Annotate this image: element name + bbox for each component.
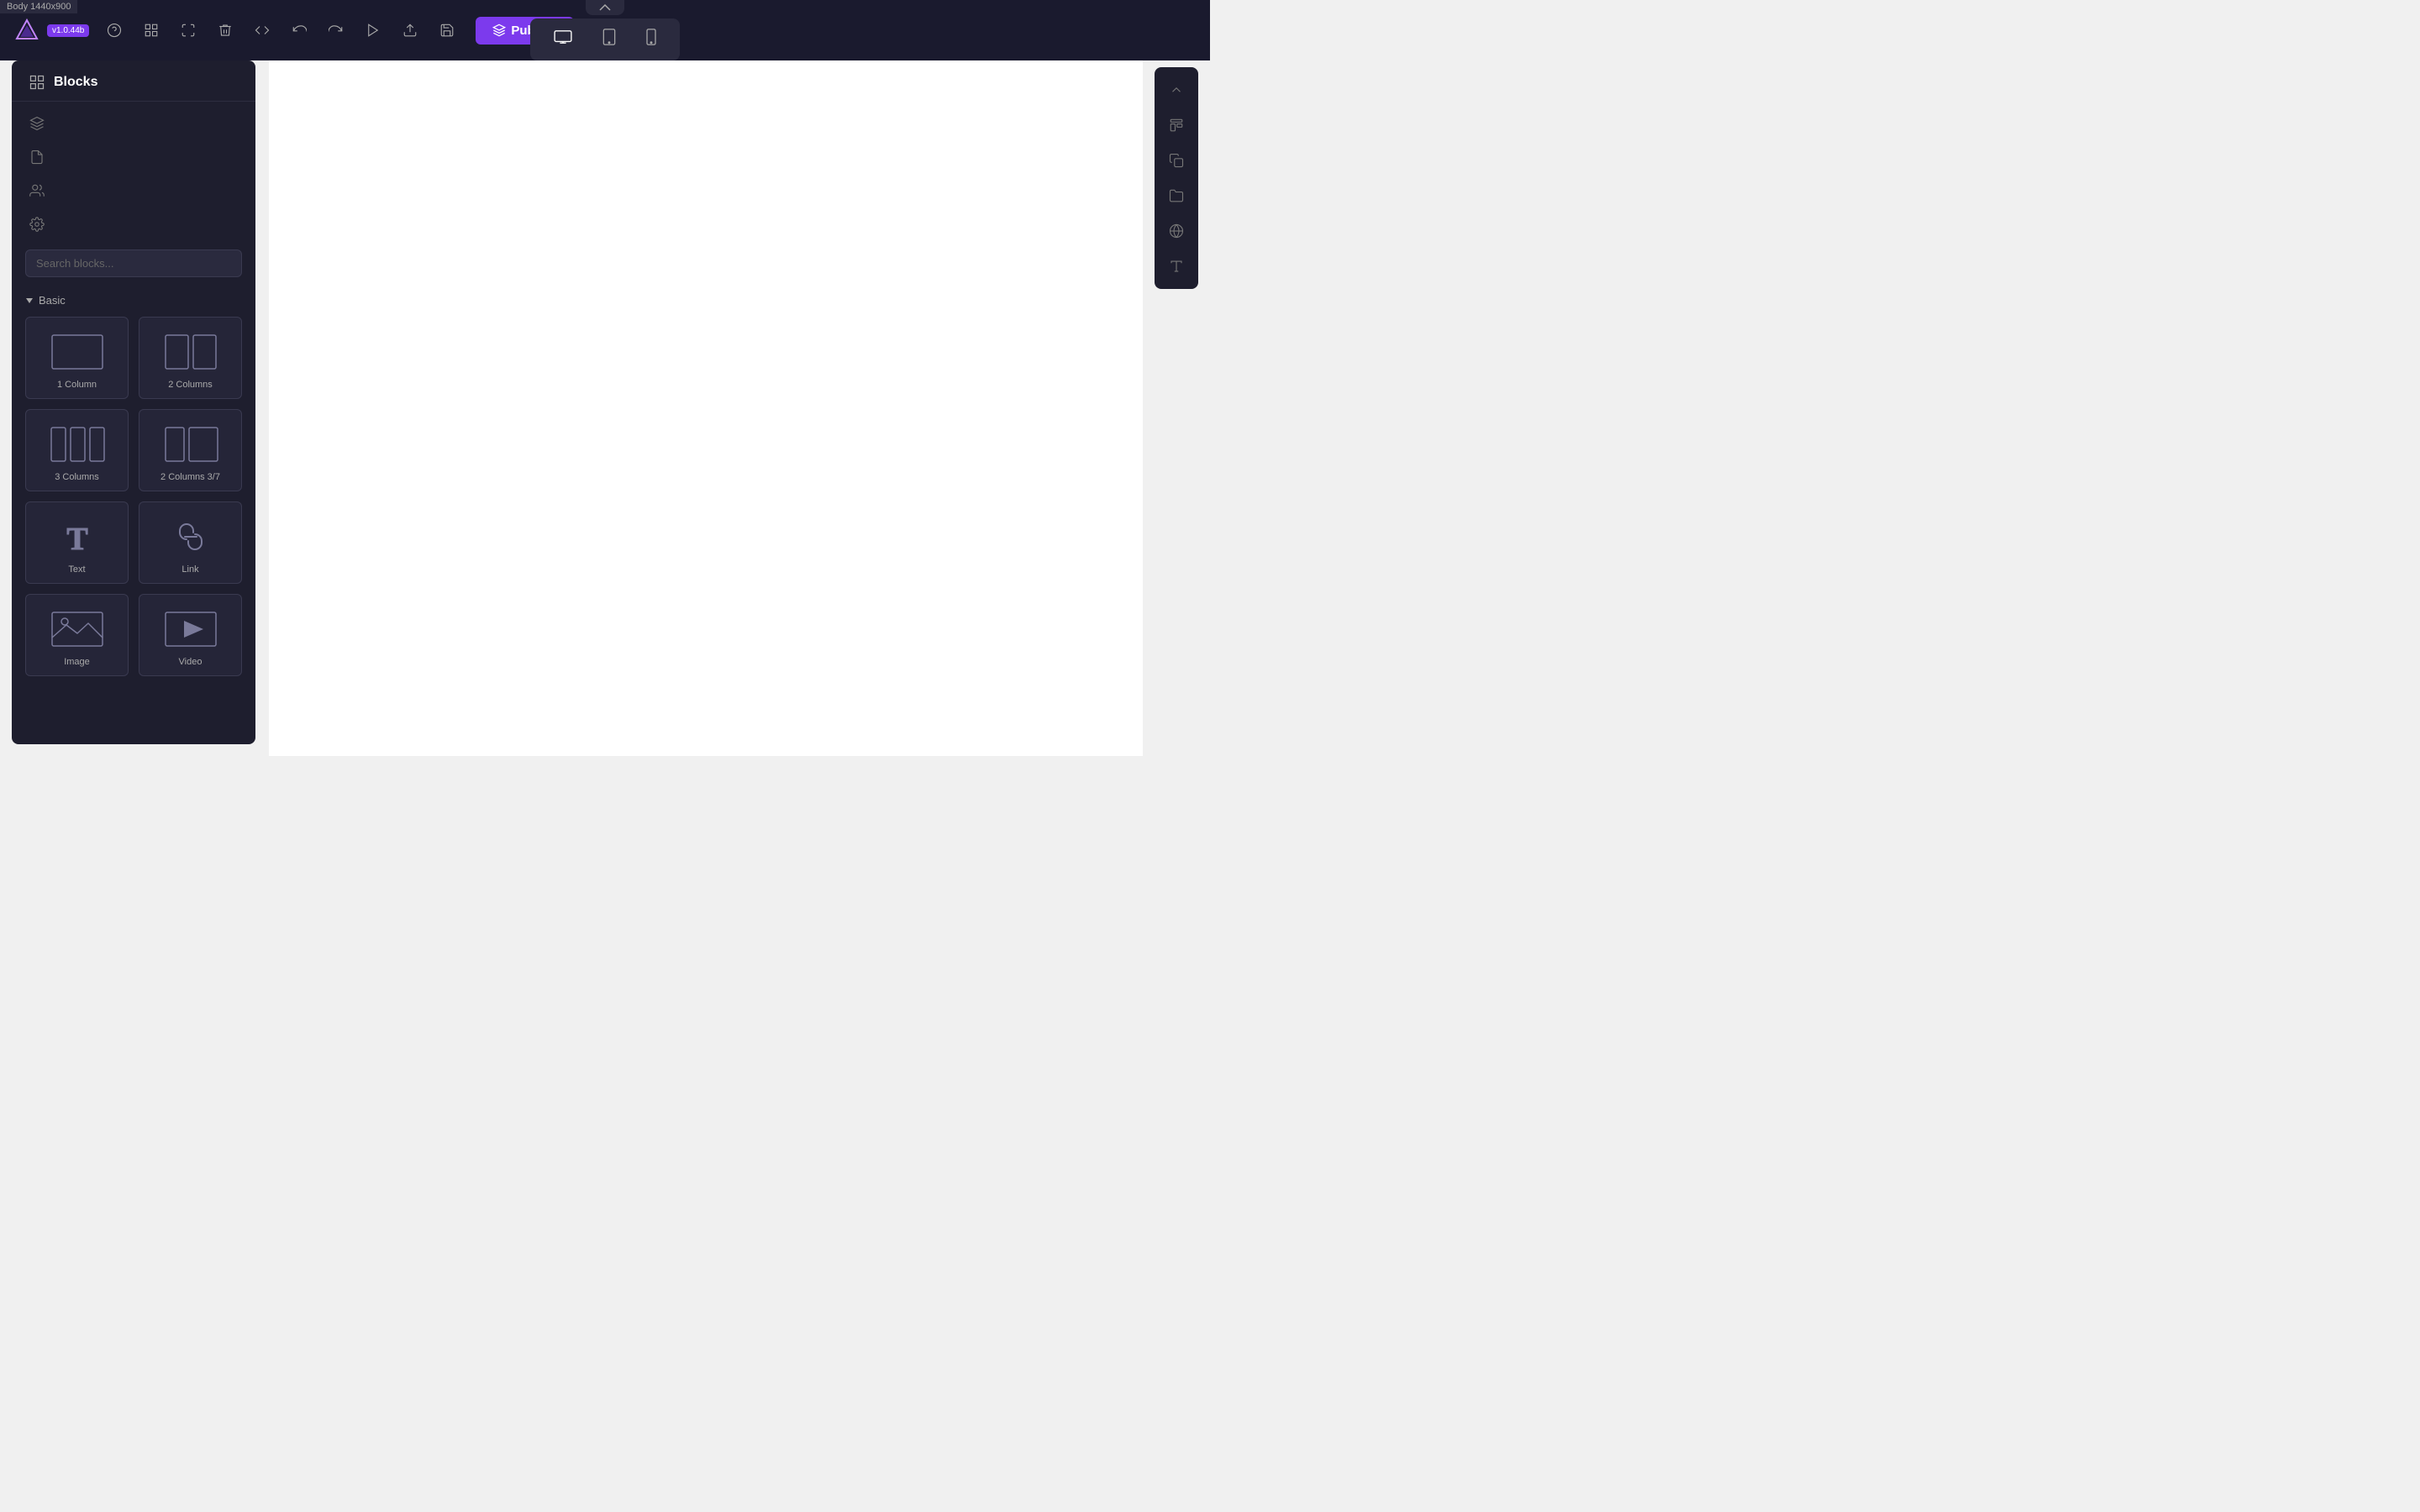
logo	[13, 17, 40, 44]
blocks-content: Basic 1 Column 2	[12, 287, 255, 744]
search-container	[12, 239, 255, 287]
search-input[interactable]	[25, 249, 242, 277]
section-collapse-icon	[25, 297, 34, 305]
right-panel-template-button[interactable]	[1160, 109, 1192, 141]
blocks-icon	[29, 74, 45, 91]
sidebar-title: Blocks	[54, 75, 97, 90]
page-icon-btn[interactable]	[22, 142, 52, 172]
block-video[interactable]: Video	[139, 594, 242, 676]
block-2-columns[interactable]: 2 Columns	[139, 317, 242, 399]
tablet-view-button[interactable]	[596, 24, 623, 55]
basic-section-label: Basic	[39, 294, 66, 307]
left-sidebar: Blocks	[12, 60, 255, 744]
block-1-column-label: 1 Column	[57, 380, 97, 390]
canvas-area	[269, 60, 1143, 756]
right-panel-copy-button[interactable]	[1160, 144, 1192, 176]
grid-button[interactable]	[136, 15, 166, 45]
block-image-label: Image	[64, 657, 90, 667]
layers-icon-btn[interactable]	[22, 108, 52, 139]
block-link[interactable]: Link	[139, 501, 242, 584]
users-icon-btn[interactable]	[22, 176, 52, 206]
help-button[interactable]	[99, 15, 129, 45]
right-panel-folder-button[interactable]	[1160, 180, 1192, 212]
device-toolbar-main	[530, 18, 680, 60]
svg-text:T: T	[66, 522, 87, 557]
block-3-columns-label: 3 Columns	[55, 472, 99, 482]
block-2-columns-37-label: 2 Columns 3/7	[160, 472, 220, 482]
code-button[interactable]	[247, 15, 277, 45]
block-3-columns[interactable]: 3 Columns	[25, 409, 129, 491]
save-button[interactable]	[432, 15, 462, 45]
mobile-view-button[interactable]	[639, 24, 663, 55]
basic-section-header[interactable]: Basic	[25, 294, 242, 307]
breadcrumb: Body 1440x900	[0, 0, 77, 13]
device-toolbar	[530, 0, 680, 60]
block-2-columns-label: 2 Columns	[168, 380, 213, 390]
trash-button[interactable]	[210, 15, 240, 45]
upload-button[interactable]	[395, 15, 425, 45]
device-toolbar-collapse[interactable]	[586, 0, 624, 15]
redo-button[interactable]	[321, 15, 351, 45]
block-text[interactable]: T Text	[25, 501, 129, 584]
block-text-label: Text	[68, 564, 85, 575]
right-panel-up-button[interactable]	[1160, 74, 1192, 106]
settings-icon-btn[interactable]	[22, 209, 52, 239]
block-image[interactable]: Image	[25, 594, 129, 676]
block-link-label: Link	[182, 564, 198, 575]
block-2-columns-37[interactable]: 2 Columns 3/7	[139, 409, 242, 491]
block-video-label: Video	[179, 657, 203, 667]
undo-button[interactable]	[284, 15, 314, 45]
right-panel	[1155, 67, 1198, 289]
desktop-view-button[interactable]	[547, 24, 579, 55]
play-button[interactable]	[358, 15, 388, 45]
blocks-grid: 1 Column 2 Columns	[25, 317, 242, 676]
right-panel-globe-button[interactable]	[1160, 215, 1192, 247]
sidebar-header: Blocks	[12, 60, 255, 102]
right-panel-text-button[interactable]	[1160, 250, 1192, 282]
block-1-column[interactable]: 1 Column	[25, 317, 129, 399]
version-badge: v1.0.44b	[47, 24, 89, 37]
expand-button[interactable]	[173, 15, 203, 45]
